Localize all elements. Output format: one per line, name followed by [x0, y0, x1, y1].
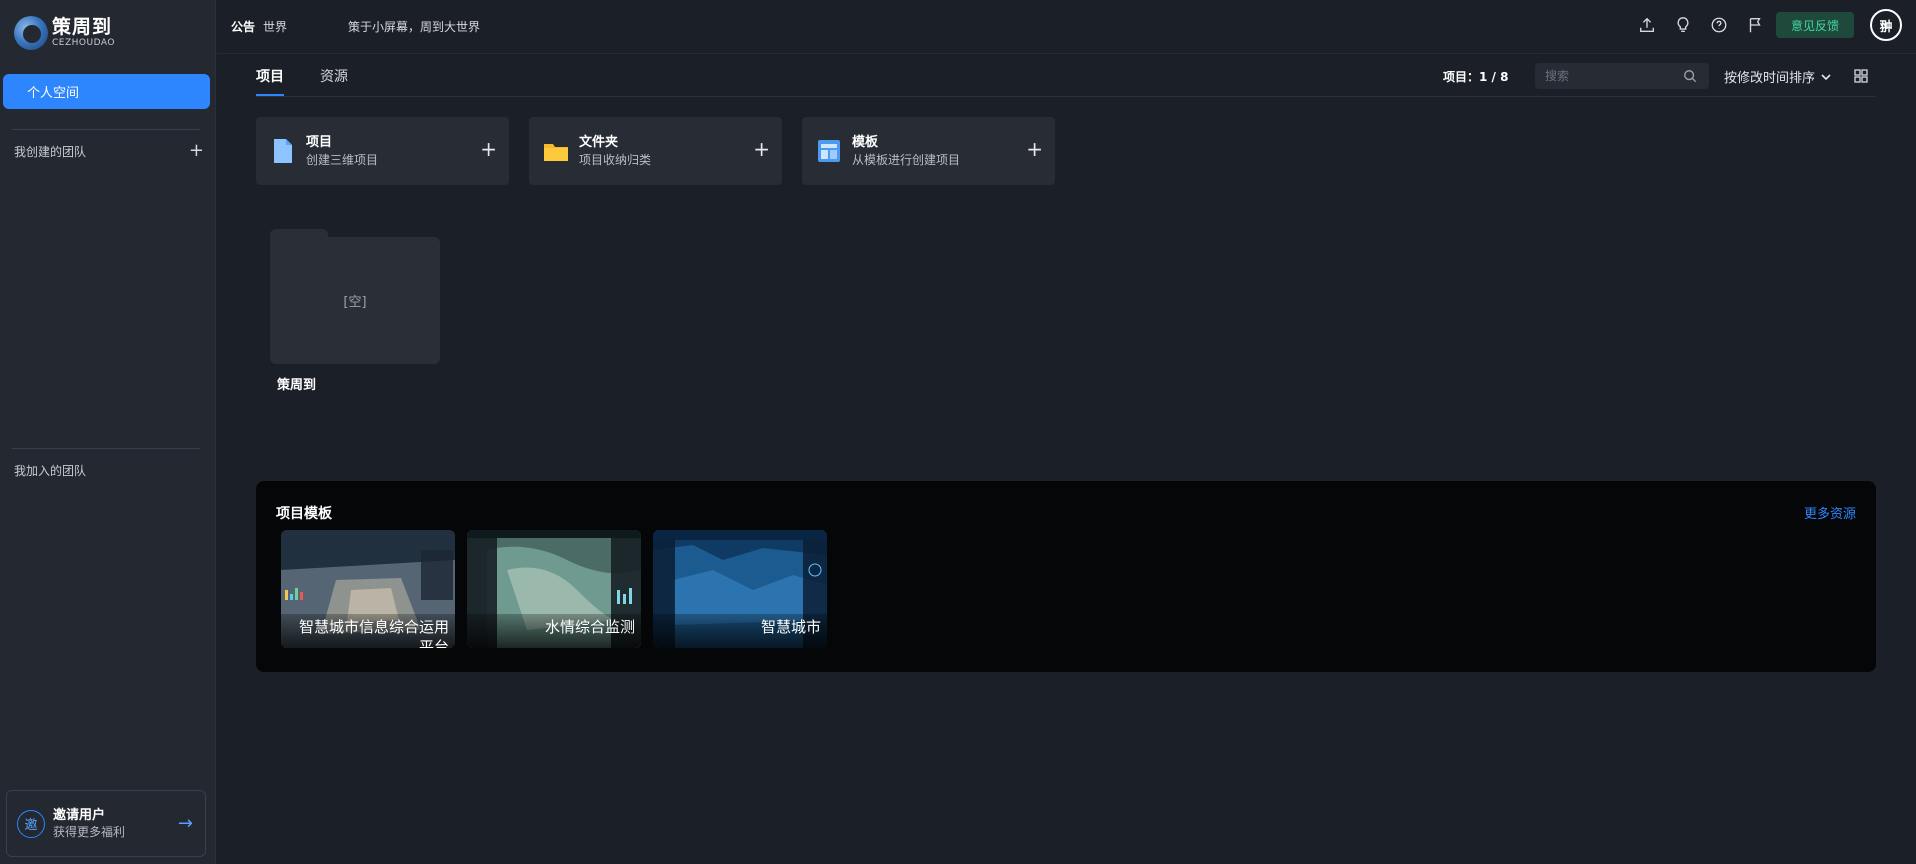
invite-title: 邀请用户	[53, 807, 106, 823]
notice-title: 公告	[231, 20, 256, 34]
add-template-project-button[interactable]: +	[1026, 139, 1043, 159]
help-icon[interactable]	[1708, 14, 1730, 36]
avatar[interactable]: 翀	[1870, 9, 1902, 41]
create-folder-card[interactable]: 文件夹 项目收纳归类 +	[529, 117, 782, 185]
notice-label: 公告 世界	[231, 18, 287, 35]
create-project-card[interactable]: 项目 创建三维项目 +	[256, 117, 509, 185]
invite-subtitle: 获得更多福利	[53, 825, 126, 840]
card-title: 项目	[306, 135, 333, 151]
card-title: 模板	[852, 135, 879, 151]
logo[interactable]: 策周到 CEZHOUDAO	[14, 16, 115, 50]
logo-subtitle: CEZHOUDAO	[52, 38, 115, 48]
add-team-button[interactable]: +	[189, 142, 204, 160]
logo-mark-icon	[14, 16, 48, 50]
sort-label: 按修改时间排序	[1724, 71, 1816, 86]
templates-title: 项目模板	[276, 506, 332, 522]
card-title: 文件夹	[579, 135, 619, 151]
notice-scope: 世界	[263, 20, 288, 34]
add-folder-button[interactable]: +	[753, 139, 770, 159]
arrow-right-icon: →	[177, 813, 193, 834]
created-teams-label: 我创建的团队	[14, 144, 87, 159]
tab-resources[interactable]: 资源	[320, 66, 348, 96]
chevron-down-icon	[1821, 73, 1831, 80]
more-resources-link[interactable]: 更多资源	[1804, 503, 1856, 522]
sidebar-item-personal-space[interactable]: 个人空间	[3, 74, 210, 109]
logo-name: 策周到	[52, 16, 113, 38]
sidebar-divider	[12, 129, 200, 130]
sort-dropdown[interactable]: 按修改时间排序	[1724, 67, 1832, 86]
template-label: 智慧城市	[653, 614, 827, 648]
template-card[interactable]: 智慧城市	[653, 530, 827, 648]
template-label: 水情综合监测	[467, 614, 641, 648]
invite-icon: 邀	[17, 809, 45, 838]
feedback-button[interactable]: 意见反馈	[1776, 12, 1854, 38]
tab-projects[interactable]: 项目	[256, 66, 284, 96]
sidebar: 策周到 CEZHOUDAO 个人空间 我创建的团队 + 我加入的团队 邀 邀请用…	[0, 0, 216, 864]
project-templates-panel: 项目模板 更多资源 智慧城市信息综合运用平台 水情综合监测 智慧城市	[256, 481, 1876, 672]
created-teams-section: 我创建的团队 +	[14, 142, 204, 160]
create-from-template-card[interactable]: 模板 从模板进行创建项目 +	[802, 117, 1055, 185]
card-desc: 创建三维项目	[306, 152, 379, 167]
template-label: 智慧城市信息综合运用平台	[281, 614, 455, 648]
notice-text[interactable]: 策于小屏幕，周到大世界	[348, 18, 480, 35]
upload-icon[interactable]	[1636, 14, 1658, 36]
search-icon[interactable]	[1683, 68, 1699, 84]
folder-content: [空]	[270, 237, 440, 364]
joined-teams-label: 我加入的团队	[14, 464, 87, 478]
lightbulb-icon[interactable]	[1672, 14, 1694, 36]
template-card[interactable]: 智慧城市信息综合运用平台	[281, 530, 455, 648]
top-icons	[1636, 14, 1766, 36]
grid-view-icon[interactable]	[1854, 68, 1868, 83]
document-icon	[274, 139, 292, 163]
main-tabs: 项目 资源	[256, 66, 348, 96]
invite-users-button[interactable]: 邀 邀请用户 获得更多福利 →	[6, 790, 206, 857]
folder-name[interactable]: 策周到	[277, 374, 316, 393]
sidebar-divider	[12, 448, 200, 449]
card-desc: 项目收纳归类	[579, 152, 652, 167]
flag-icon[interactable]	[1744, 14, 1766, 36]
folder-icon	[544, 144, 568, 161]
folder-item[interactable]: [空]	[270, 229, 440, 364]
tabs-divider	[256, 96, 1876, 97]
add-project-button[interactable]: +	[480, 139, 497, 159]
joined-teams-section: 我加入的团队	[14, 462, 204, 479]
card-desc: 从模板进行创建项目	[852, 152, 961, 167]
project-count: 项目：1 / 8	[1443, 70, 1509, 84]
top-bar: 公告 世界 策于小屏幕，周到大世界 意见反馈 翀	[217, 0, 1916, 54]
template-icon	[818, 140, 840, 162]
template-card[interactable]: 水情综合监测	[467, 530, 641, 648]
